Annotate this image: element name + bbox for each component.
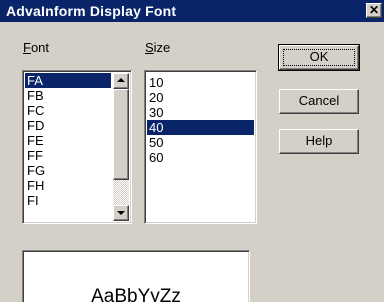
help-button[interactable]: Help <box>279 129 359 154</box>
font-preview-box: AaBbYyZz <box>22 250 250 302</box>
title-bar: AdvaInform Display Font ✕ <box>0 0 384 22</box>
size-list-item[interactable]: 50 <box>147 135 254 150</box>
size-label-rest: ize <box>153 40 171 55</box>
scroll-track[interactable] <box>113 180 129 205</box>
font-list-item[interactable]: FI <box>25 193 111 208</box>
font-label: Font <box>23 40 49 55</box>
font-listbox[interactable]: FA FB FC FD FE FF FG FH FI <box>22 70 132 224</box>
ok-button-label: OK <box>309 49 329 64</box>
size-list-item[interactable]: 20 <box>147 90 254 105</box>
font-list-item[interactable]: FB <box>25 88 111 103</box>
scroll-up-button[interactable] <box>113 73 129 89</box>
close-button[interactable]: ✕ <box>366 3 382 18</box>
scroll-down-button[interactable] <box>113 205 129 221</box>
ok-button[interactable]: OK <box>278 44 360 71</box>
font-list-item[interactable]: FC <box>25 103 111 118</box>
arrow-down-icon <box>117 211 125 215</box>
size-listbox[interactable]: 10 20 30 40 50 60 <box>144 70 257 224</box>
size-label-accel: S <box>145 40 154 55</box>
font-list-item[interactable]: FE <box>25 133 111 148</box>
preview-sample-text: AaBbYyZz <box>91 286 181 302</box>
size-label: Size <box>145 40 170 55</box>
arrow-up-icon <box>117 78 125 82</box>
font-list-item[interactable]: FH <box>25 178 111 193</box>
font-label-accel: F <box>23 40 31 55</box>
window-title: AdvaInform Display Font <box>6 3 177 19</box>
size-list-item[interactable]: 60 <box>147 150 254 165</box>
cancel-button[interactable]: Cancel <box>279 89 359 114</box>
font-list-item[interactable]: FF <box>25 148 111 163</box>
cancel-button-label: Cancel <box>298 93 340 108</box>
help-button-label: Help <box>305 133 333 148</box>
size-list-item[interactable]: 30 <box>147 105 254 120</box>
scroll-thumb[interactable] <box>113 89 129 180</box>
font-list-item[interactable]: FA <box>25 73 111 88</box>
font-list-scrollbar[interactable] <box>113 73 129 221</box>
font-list-item[interactable]: FG <box>25 163 111 178</box>
size-list-item[interactable]: 10 <box>147 75 254 90</box>
close-icon: ✕ <box>368 3 380 17</box>
size-list-item[interactable]: 40 <box>147 120 254 135</box>
font-label-rest: ont <box>30 40 50 55</box>
font-list-item[interactable]: FD <box>25 118 111 133</box>
